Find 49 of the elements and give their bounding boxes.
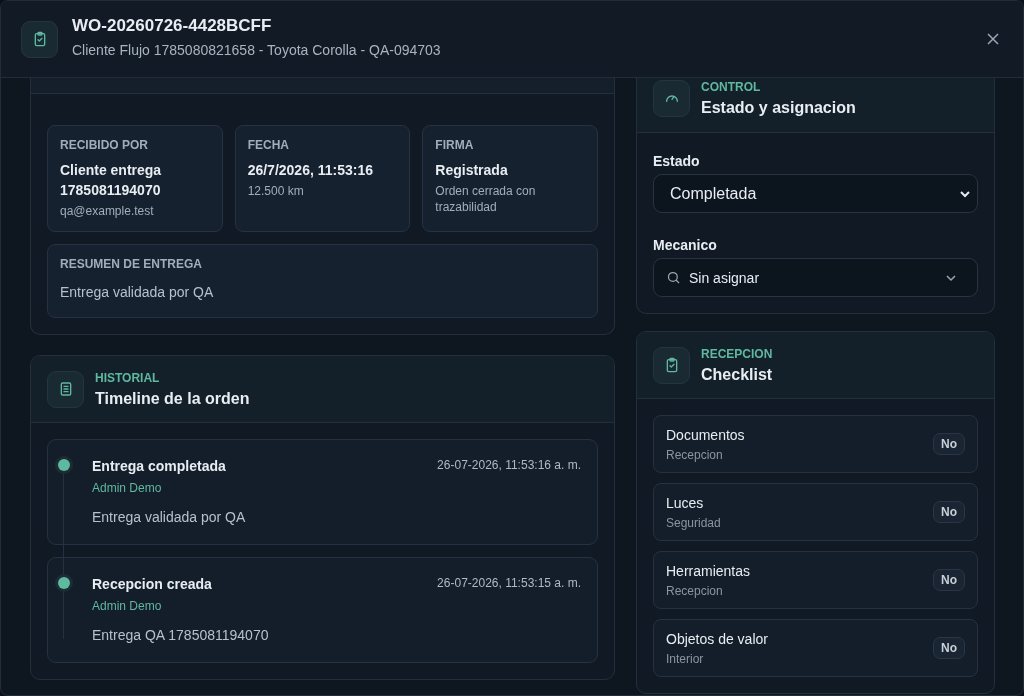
field-detail: 12.500 km [247,183,305,199]
document-icon [47,370,84,408]
clipboard-check-icon [21,20,58,58]
answer-badge: No [933,637,965,659]
summary-label: RESUMEN DE ENTREGA [60,257,203,271]
item-name: Documentos [666,426,745,443]
section-title: Estado y asignacion [701,98,856,117]
order-number: WO-20260726-4428BCFF [72,16,273,36]
section-title: Timeline de la orden [95,389,250,408]
field-value: Registrada [435,161,509,180]
section-eyebrow: RECEPCION [701,346,773,361]
clipboard-check-icon [653,346,690,384]
order-subtitle: Cliente Flujo 1785080821658 - Toyota Corolla - QA-094703 [72,42,442,58]
event-title: Entrega completada [92,458,226,474]
answer-badge: No [933,433,965,455]
item-name: Objetos de valor [666,630,768,647]
field-value: Cliente entrega 1785081194070 [60,161,163,200]
field-label: FIRMA [435,138,475,152]
search-icon [666,270,681,285]
item-category: Seguridad [666,515,721,530]
field-label: Estado [653,153,701,169]
item-category: Recepcion [666,583,724,598]
field-detail: Orden cerrada con trazabilidad [435,183,537,215]
event-author: Admin Demo [92,599,163,613]
summary-text: Entrega validada por QA [60,284,215,300]
section-eyebrow: HISTORIAL [95,370,161,385]
field-label: Mecanico [653,237,718,253]
event-time: 26-07-2026, 11:53:16 a. m. [437,458,581,474]
event-author: Admin Demo [92,481,163,495]
item-category: Recepcion [666,447,724,462]
status-select[interactable]: Completada [653,174,978,213]
event-note: Entrega QA 1785081194070 [92,627,270,643]
event-time: 26-07-2026, 11:53:15 a. m. [437,576,581,592]
event-title: Recepcion creada [92,576,212,592]
item-category: Interior [666,651,705,666]
event-note: Entrega validada por QA [92,509,247,525]
item-name: Luces [666,494,705,511]
item-name: Herramientas [666,562,751,579]
section-title: Checklist [701,365,773,384]
timeline-dot [58,577,70,589]
answer-badge: No [933,569,965,591]
field-label: FECHA [247,138,290,152]
field-label: RECIBIDO POR [60,138,149,152]
section-eyebrow: CONTROL [701,79,762,94]
timeline-dot [58,459,70,471]
answer-badge: No [933,501,965,523]
field-detail: qa@example.test [60,203,155,219]
field-value: 26/7/2026, 11:53:16 [247,161,374,180]
mechanic-combobox[interactable]: Sin asignar [653,258,978,297]
